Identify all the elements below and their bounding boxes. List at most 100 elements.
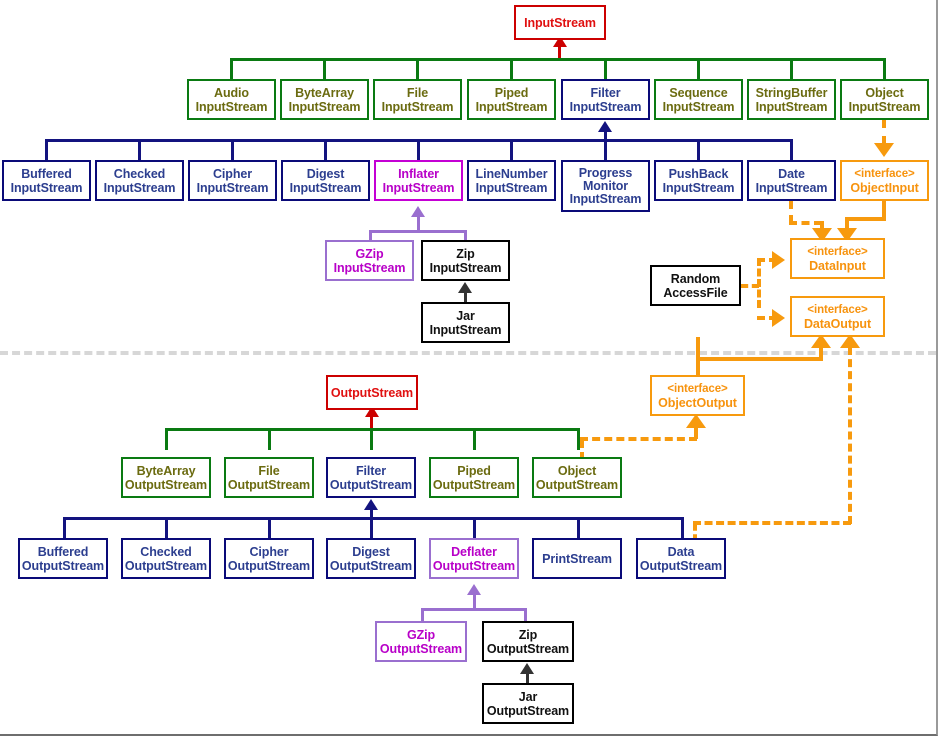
connector-dataoutputstream-long-up xyxy=(848,347,852,524)
class-box-zip-output-stream[interactable]: Zip OutputStream xyxy=(482,621,574,662)
class-box-linenumber-input-stream[interactable]: LineNumber InputStream xyxy=(467,160,556,201)
connector-stem-digest-out xyxy=(370,517,373,539)
connector-stem-piped-out xyxy=(473,428,476,450)
class-box-date-input-stream[interactable]: Date InputStream xyxy=(747,160,836,201)
class-box-zip-input-stream[interactable]: Zip InputStream xyxy=(421,240,510,281)
class-box-output-stream[interactable]: OutputStream xyxy=(326,375,418,410)
class-label-line1: GZip xyxy=(406,627,436,642)
class-label-line2: OutputStream xyxy=(124,477,208,492)
class-box-input-stream[interactable]: InputStream xyxy=(514,5,606,40)
class-label-line2: InputStream xyxy=(289,180,362,195)
class-diagram-canvas: InputStream Audio InputStream ByteArray … xyxy=(0,0,938,736)
arrowhead-objectinput xyxy=(874,143,894,157)
connector-output-root-stem xyxy=(370,415,373,429)
class-box-cipher-output-stream[interactable]: Cipher OutputStream xyxy=(224,538,314,579)
class-box-filter-output-stream[interactable]: Filter OutputStream xyxy=(326,457,416,498)
arrowhead-deflater xyxy=(467,584,481,595)
class-label-line2: InputStream xyxy=(569,99,642,114)
connector-stem-inflater-in xyxy=(417,139,420,161)
class-box-digest-output-stream[interactable]: Digest OutputStream xyxy=(326,538,416,579)
class-box-random-access-file[interactable]: Random AccessFile xyxy=(650,265,741,306)
connector-stem-gzip-out xyxy=(421,608,424,622)
class-box-print-stream[interactable]: PrintStream xyxy=(532,538,622,579)
class-box-audio-input-stream[interactable]: Audio InputStream xyxy=(187,79,276,120)
class-box-checked-input-stream[interactable]: Checked InputStream xyxy=(95,160,184,201)
connector-stem-buffered-in xyxy=(45,139,48,161)
class-label-line2: AccessFile xyxy=(663,285,728,300)
class-label-line1: Object xyxy=(865,85,904,100)
interface-stereotype: <interface> xyxy=(854,167,915,180)
class-box-jar-input-stream[interactable]: Jar InputStream xyxy=(421,302,510,343)
class-label-line1: OutputStream xyxy=(330,385,414,400)
class-label-line1: Progress xyxy=(578,165,633,180)
interface-box-object-output[interactable]: <interface> ObjectOutput xyxy=(650,375,745,416)
class-label-line2: OutputStream xyxy=(227,477,311,492)
class-label-line2: OutputStream xyxy=(432,558,516,573)
class-box-buffered-output-stream[interactable]: Buffered OutputStream xyxy=(18,538,108,579)
connector-dataoutputstream-right xyxy=(693,521,851,525)
interface-box-data-output[interactable]: <interface> DataOutput xyxy=(790,296,885,337)
class-box-progress-monitor-input-stream[interactable]: Progress Monitor InputStream xyxy=(561,160,650,212)
class-label-line1: PrintStream xyxy=(542,551,612,566)
class-label-line2: OutputStream xyxy=(486,641,570,656)
class-label-line2: InputStream xyxy=(333,260,406,275)
arrowhead-objectoutput xyxy=(686,414,706,428)
class-label-line1: Checked xyxy=(113,166,166,181)
class-label-line2: OutputStream xyxy=(329,477,413,492)
class-label-line1: ByteArray xyxy=(295,85,354,100)
class-label-line2: InputStream xyxy=(288,99,361,114)
class-label-line1: PushBack xyxy=(668,166,729,181)
class-box-object-input-stream[interactable]: Object InputStream xyxy=(840,79,929,120)
class-box-bytearray-output-stream[interactable]: ByteArray OutputStream xyxy=(121,457,211,498)
connector-stem-filter-in xyxy=(604,58,607,80)
class-box-deflater-output-stream[interactable]: Deflater OutputStream xyxy=(429,538,519,579)
interface-box-data-input[interactable]: <interface> DataInput xyxy=(790,238,885,279)
connector-stem-date-in xyxy=(790,139,793,161)
class-box-object-output-stream[interactable]: Object OutputStream xyxy=(532,457,622,498)
class-label-line2: InputStream xyxy=(195,99,268,114)
connector-objectoutput-to-dataoutput-h xyxy=(696,357,823,361)
class-label-line1: GZip xyxy=(355,246,384,261)
class-box-piped-input-stream[interactable]: Piped InputStream xyxy=(467,79,556,120)
class-box-gzip-input-stream[interactable]: GZip InputStream xyxy=(325,240,414,281)
class-label-line1: File xyxy=(406,85,429,100)
connector-stem-buffered-out xyxy=(63,517,66,539)
class-box-jar-output-stream[interactable]: Jar OutputStream xyxy=(482,683,574,724)
class-label-line1: ByteArray xyxy=(136,463,196,478)
connector-stem-file-out xyxy=(268,428,271,450)
arrowhead-zip-output xyxy=(520,663,534,674)
class-label-line2: OutputStream xyxy=(486,703,570,718)
class-label-line2: InputStream xyxy=(10,180,83,195)
connector-stem-piped-in xyxy=(510,58,513,80)
class-box-data-output-stream[interactable]: Data OutputStream xyxy=(636,538,726,579)
class-box-checked-output-stream[interactable]: Checked OutputStream xyxy=(121,538,211,579)
class-box-digest-input-stream[interactable]: Digest InputStream xyxy=(281,160,370,201)
class-label-line1: Zip xyxy=(518,627,538,642)
class-label-line2: InputStream xyxy=(848,99,921,114)
class-box-buffered-input-stream[interactable]: Buffered InputStream xyxy=(2,160,91,201)
connector-stem-file-in xyxy=(416,58,419,80)
interface-box-object-input[interactable]: <interface> ObjectInput xyxy=(840,160,929,201)
interface-name: ObjectOutput xyxy=(658,395,737,410)
class-box-gzip-output-stream[interactable]: GZip OutputStream xyxy=(375,621,467,662)
class-label-line2: OutputStream xyxy=(329,558,413,573)
connector-stem-filter-out xyxy=(370,428,373,450)
class-box-stringbuffer-input-stream[interactable]: StringBuffer InputStream xyxy=(747,79,836,120)
class-label-line1: Digest xyxy=(352,544,390,559)
class-label-line2: InputStream xyxy=(382,180,455,195)
class-box-cipher-input-stream[interactable]: Cipher InputStream xyxy=(188,160,277,201)
class-box-bytearray-input-stream[interactable]: ByteArray InputStream xyxy=(280,79,369,120)
connector-dateinput-down xyxy=(789,201,793,223)
connector-objectoutput-to-dataoutput-v xyxy=(696,337,700,375)
class-box-sequence-input-stream[interactable]: Sequence InputStream xyxy=(654,79,743,120)
interface-name: DataInput xyxy=(809,258,866,273)
class-label-line1: Jar xyxy=(456,308,475,323)
class-box-filter-input-stream[interactable]: Filter InputStream xyxy=(561,79,650,120)
class-box-file-output-stream[interactable]: File OutputStream xyxy=(224,457,314,498)
class-box-pushback-input-stream[interactable]: PushBack InputStream xyxy=(654,160,743,201)
class-box-piped-output-stream[interactable]: Piped OutputStream xyxy=(429,457,519,498)
class-box-inflater-input-stream[interactable]: Inflater InputStream xyxy=(374,160,463,201)
class-box-file-input-stream[interactable]: File InputStream xyxy=(373,79,462,120)
connector-stem-zip-out xyxy=(524,608,527,622)
connector-stem-cipher-out xyxy=(268,517,271,539)
